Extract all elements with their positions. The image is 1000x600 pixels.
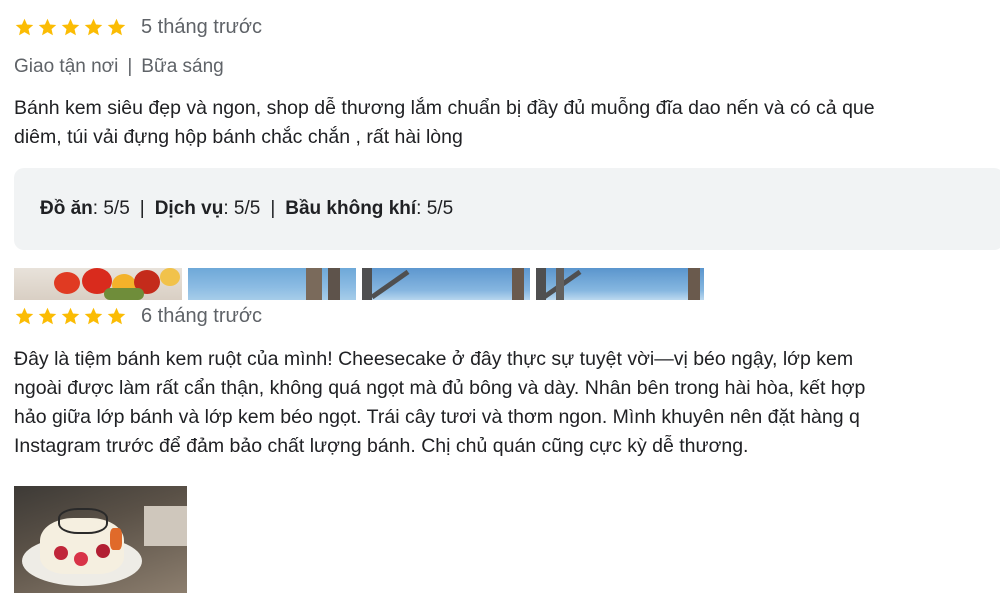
review-1-stars <box>14 17 127 38</box>
review-2-text: Đây là tiệm bánh kem ruột của mình! Chee… <box>14 345 992 461</box>
star-icon <box>14 306 35 327</box>
review-2-time: 6 tháng trước <box>141 304 263 327</box>
review-photo-window[interactable] <box>536 268 704 300</box>
service-type: Giao tận nơi <box>14 56 119 77</box>
star-icon <box>37 306 58 327</box>
review-2-rating-row: 6 tháng trước <box>14 303 262 329</box>
meta-separator: | <box>127 56 133 77</box>
review-text-line: Đây là tiệm bánh kem ruột của mình! Chee… <box>14 348 854 370</box>
star-icon <box>106 306 127 327</box>
sub-rating-value-food: 5/5 <box>103 198 130 219</box>
star-icon <box>106 17 127 38</box>
review-text-line: diêm, túi vải đựng hộp bánh chắc chắn , … <box>14 126 463 148</box>
sub-rating-label-atmosphere: Bầu không khí <box>285 198 417 219</box>
reviews-viewport: 5 tháng trước Giao tận nơi | Bữa sáng Bánh… <box>0 0 1000 600</box>
review-2-stars <box>14 306 127 327</box>
sub-rating-separator: | <box>270 198 276 219</box>
star-icon <box>83 17 104 38</box>
review-1-photos <box>14 268 704 300</box>
sub-rating-label-service: Dịch vụ <box>154 198 224 219</box>
star-icon <box>37 17 58 38</box>
star-icon <box>83 306 104 327</box>
review-text-line: Instagram trước để đảm bảo chất lượng bá… <box>14 435 749 457</box>
sub-rating-separator: | <box>139 198 145 219</box>
sub-rating-label-food: Đồ ăn <box>40 198 93 219</box>
review-photo-window[interactable] <box>188 268 356 300</box>
meal-type: Bữa sáng <box>141 56 224 77</box>
review-1-text: Bánh kem siêu đẹp và ngon, shop dễ thươn… <box>14 94 992 152</box>
review-1-sub-ratings: Đồ ăn: 5/5 | Dịch vụ: 5/5 | Bầu không khí: 5… <box>14 168 1000 250</box>
review-text-line: hảo giữa lớp bánh và lớp kem béo ngọt. T… <box>14 406 860 428</box>
review-1-rating-row: 5 tháng trước <box>14 14 262 40</box>
review-photo-flowers[interactable] <box>14 268 182 300</box>
sub-ratings-line: Đồ ăn: 5/5 | Dịch vụ: 5/5 | Bầu không khí: 5… <box>40 198 454 219</box>
review-1-meta: Giao tận nơi | Bữa sáng <box>14 56 224 78</box>
sub-rating-value-atmosphere: 5/5 <box>426 198 454 219</box>
review-1-time: 5 tháng trước <box>141 15 263 38</box>
star-icon <box>60 306 81 327</box>
review-photo-window[interactable] <box>362 268 530 300</box>
sub-rating-value-service: 5/5 <box>233 198 261 219</box>
review-text-line: ngoài được làm rất cẩn thận, không quá n… <box>14 377 866 399</box>
review-photo-birthday-cake[interactable] <box>14 486 187 593</box>
star-icon <box>60 17 81 38</box>
review-text-line: Bánh kem siêu đẹp và ngon, shop dễ thươn… <box>14 97 875 119</box>
star-icon <box>14 17 35 38</box>
